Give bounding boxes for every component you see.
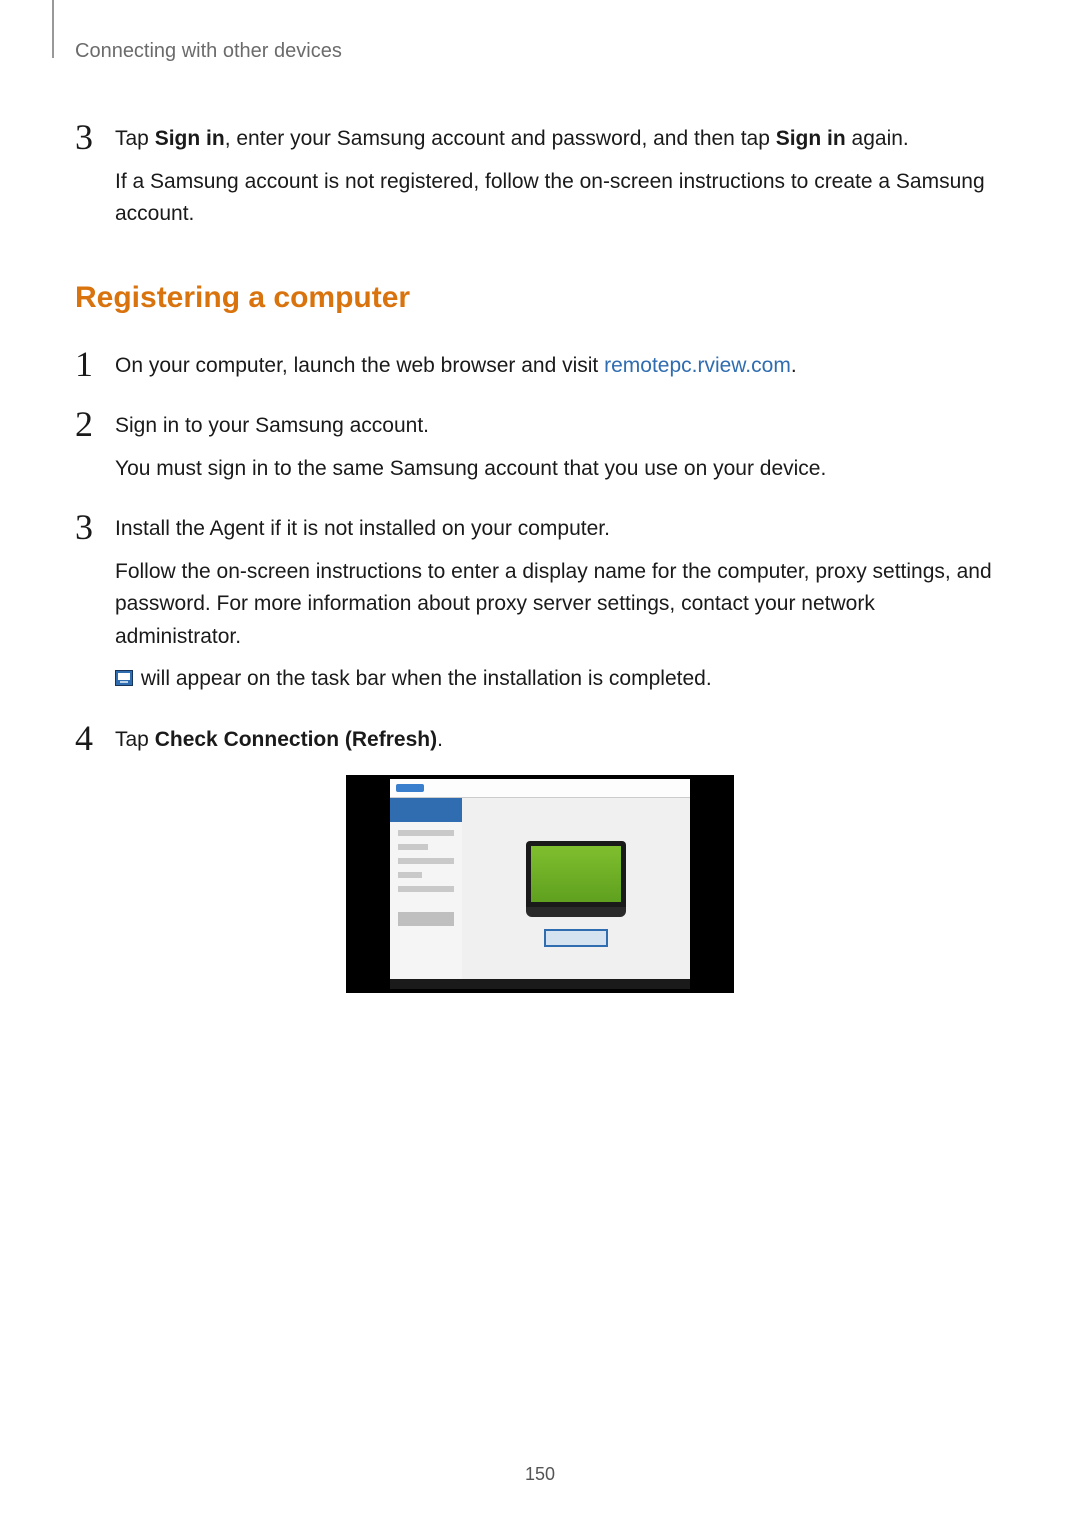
step-number: 1 bbox=[75, 346, 115, 382]
section-header: Connecting with other devices bbox=[75, 40, 1005, 63]
text-paragraph: Follow the on-screen instructions to ent… bbox=[115, 556, 1005, 654]
step-number: 3 bbox=[75, 509, 115, 545]
step-body: Tap Sign in, enter your Samsung account … bbox=[115, 123, 1005, 231]
bold-check-connection: Check Connection (Refresh) bbox=[155, 728, 437, 751]
step-number: 4 bbox=[75, 720, 115, 756]
figure-sidebar-line bbox=[398, 830, 454, 836]
figure-sidebar-line bbox=[398, 886, 454, 892]
text-paragraph: If a Samsung account is not registered, … bbox=[115, 166, 1005, 231]
step-signin: 3 Tap Sign in, enter your Samsung accoun… bbox=[75, 123, 1005, 231]
step-body: Sign in to your Samsung account. You mus… bbox=[115, 410, 1005, 485]
figure-main-area bbox=[462, 798, 690, 989]
tablet-screen bbox=[390, 779, 690, 989]
figure-sidebar-active bbox=[390, 798, 462, 822]
agent-tray-icon bbox=[115, 664, 133, 697]
step-2: 2 Sign in to your Samsung account. You m… bbox=[75, 410, 1005, 485]
text-fragment: will appear on the task bar when the ins… bbox=[135, 667, 712, 690]
text-fragment: , enter your Samsung account and passwor… bbox=[225, 127, 776, 150]
text-fragment: Tap bbox=[115, 127, 155, 150]
step-4: 4 Tap Check Connection (Refresh). bbox=[75, 724, 1005, 757]
figure-sidebar-chip bbox=[398, 912, 454, 926]
figure-sidebar-line bbox=[398, 872, 422, 878]
bold-sign-in-1: Sign in bbox=[155, 127, 225, 150]
figure-sidebar-line bbox=[398, 844, 428, 850]
step-1: 1 On your computer, launch the web brows… bbox=[75, 350, 1005, 383]
figure-bottom-bar bbox=[390, 979, 690, 989]
heading-registering-computer: Registering a computer bbox=[75, 281, 1005, 315]
text-fragment: On your computer, launch the web browser… bbox=[115, 354, 604, 377]
text-fragment: Tap bbox=[115, 728, 155, 751]
step-body: Tap Check Connection (Refresh). bbox=[115, 724, 1005, 757]
figure-sidebar bbox=[390, 798, 462, 989]
figure-topbar bbox=[390, 779, 690, 798]
text-fragment: again. bbox=[846, 127, 909, 150]
figure-check-connection-button bbox=[544, 929, 608, 947]
header-rule bbox=[52, 0, 54, 58]
tablet-screenshot-figure bbox=[346, 775, 734, 993]
text-paragraph: Sign in to your Samsung account. bbox=[115, 410, 1005, 443]
page-number: 150 bbox=[0, 1464, 1080, 1485]
step-number: 2 bbox=[75, 406, 115, 442]
step-3: 3 Install the Agent if it is not install… bbox=[75, 513, 1005, 696]
bold-sign-in-2: Sign in bbox=[776, 127, 846, 150]
figure-laptop-icon bbox=[526, 841, 626, 917]
link-remotepc[interactable]: remotepc.rview.com bbox=[604, 354, 791, 377]
step-number: 3 bbox=[75, 119, 115, 155]
text-fragment: . bbox=[791, 354, 797, 377]
text-fragment: . bbox=[437, 728, 443, 751]
text-paragraph: Install the Agent if it is not installed… bbox=[115, 513, 1005, 546]
figure-logo-chip bbox=[396, 784, 424, 792]
step-body: On your computer, launch the web browser… bbox=[115, 350, 1005, 383]
figure-sidebar-line bbox=[398, 858, 454, 864]
text-paragraph: You must sign in to the same Samsung acc… bbox=[115, 453, 1005, 486]
step-body: Install the Agent if it is not installed… bbox=[115, 513, 1005, 696]
